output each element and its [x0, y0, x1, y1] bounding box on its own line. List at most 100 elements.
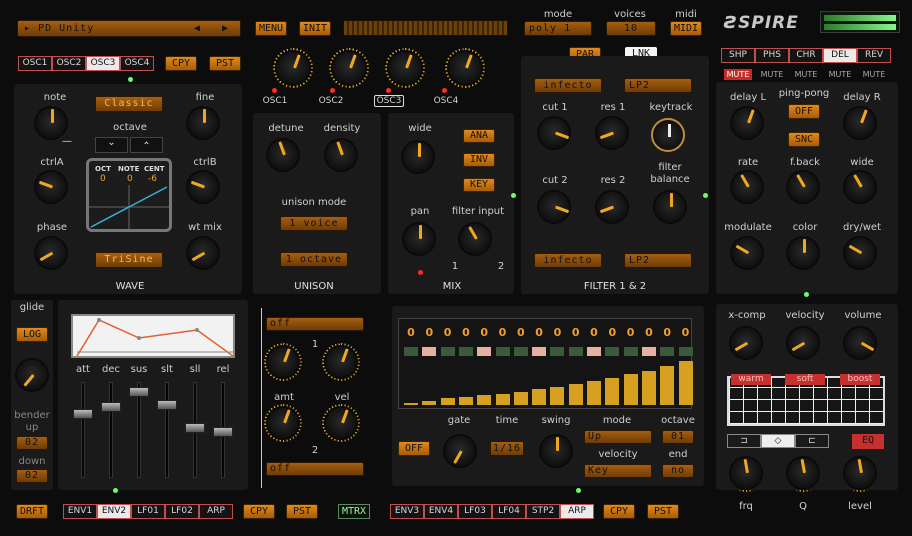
env-fader-sus[interactable]	[129, 386, 149, 397]
arp-paste-button[interactable]: PST	[647, 504, 679, 519]
arp-velocity-select[interactable]: Key	[584, 464, 652, 478]
filter2-mode[interactable]: LP2	[624, 253, 692, 268]
ana-button[interactable]: ANA	[463, 129, 495, 143]
soft-button[interactable]: soft	[785, 374, 825, 385]
arp-step-value[interactable]: 0	[660, 326, 674, 339]
mode-select[interactable]: poly 1	[524, 21, 592, 36]
arp-velocity-bar[interactable]	[477, 395, 492, 405]
arp-octave-select[interactable]: 01	[662, 430, 694, 444]
tab-env3[interactable]: ENV3	[390, 504, 424, 519]
tab-rev[interactable]: REV	[857, 48, 891, 63]
key-button[interactable]: KEY	[463, 178, 495, 192]
bender-up-value[interactable]: 02	[16, 436, 48, 450]
osc1-select[interactable]: OSC1	[260, 96, 290, 106]
osc2-level-knob[interactable]	[333, 52, 365, 84]
snc-button[interactable]: SNC	[788, 132, 820, 147]
osc-type-classic[interactable]: Classic	[95, 96, 163, 112]
octave-up-button[interactable]: ⌃	[130, 137, 163, 153]
eq-shape-high[interactable]: ⊏	[795, 434, 829, 448]
arp-velocity-bar[interactable]	[550, 387, 565, 405]
time-select[interactable]: 1/16	[490, 441, 524, 456]
osc3-level-knob[interactable]	[389, 52, 421, 84]
arp-step-value[interactable]: 0	[587, 326, 601, 339]
log-button[interactable]: LOG	[16, 327, 48, 342]
arp-velocity-bar[interactable]	[422, 401, 437, 405]
volume-knob[interactable]	[845, 328, 875, 358]
osc-paste-button[interactable]: PST	[209, 56, 241, 71]
delayL-knob[interactable]	[732, 108, 762, 138]
midi-button[interactable]: MIDI	[670, 21, 702, 36]
arp-copy-button[interactable]: CPY	[603, 504, 635, 519]
arp-velocity-bar[interactable]	[641, 371, 656, 405]
arp-off-button[interactable]: OFF	[398, 441, 430, 456]
arp-step-value[interactable]: 0	[532, 326, 546, 339]
arp-step-value[interactable]: 0	[605, 326, 619, 339]
env-fader-dec[interactable]	[101, 401, 121, 412]
tab-chr[interactable]: CHR	[789, 48, 823, 63]
velmod-knob-b[interactable]	[326, 347, 356, 377]
pan-knob[interactable]	[404, 224, 434, 254]
swing-knob[interactable]	[541, 436, 571, 466]
osc2-select[interactable]: OSC2	[316, 96, 346, 106]
density-knob[interactable]	[326, 140, 356, 170]
color-knob[interactable]	[788, 238, 818, 268]
voices-field[interactable]: 10	[606, 21, 656, 36]
arp-step-value[interactable]: 0	[550, 326, 564, 339]
arp-step-value[interactable]: 0	[679, 326, 693, 339]
glide-knob[interactable]	[17, 360, 47, 390]
rate-knob[interactable]	[732, 172, 762, 202]
warm-button[interactable]: warm	[731, 374, 771, 385]
osc1-level-knob[interactable]	[277, 52, 309, 84]
osc4-level-knob[interactable]	[449, 52, 481, 84]
fx-mute-5[interactable]: MUTE	[860, 70, 888, 79]
osc4-select[interactable]: OSC4	[431, 96, 461, 106]
arp-end-select[interactable]: no	[662, 464, 694, 478]
arp-velocity-bar[interactable]	[440, 398, 455, 405]
env-fader-rel[interactable]	[213, 427, 233, 437]
arp-step-value[interactable]: 0	[624, 326, 638, 339]
velmod-top-select[interactable]: off	[266, 317, 364, 331]
fx-mute-1[interactable]: MUTE	[724, 69, 752, 80]
cut1-knob[interactable]	[539, 118, 569, 148]
arp-velocity-bar[interactable]	[678, 361, 693, 405]
q-knob[interactable]	[788, 458, 818, 488]
arp-velocity-bar[interactable]	[587, 381, 601, 405]
velmod-knob-a[interactable]	[268, 347, 298, 377]
arp-step-value[interactable]: 0	[642, 326, 656, 339]
tab-env4[interactable]: ENV4	[424, 504, 458, 519]
arp-velocity-bar[interactable]	[623, 374, 638, 405]
wave-type-trisine[interactable]: TriSine	[95, 252, 163, 268]
preset-next-icon[interactable]: ▶	[222, 21, 229, 36]
eq-velocity-knob[interactable]	[788, 328, 818, 358]
tab-stp2[interactable]: STP2	[526, 504, 560, 519]
fback-knob[interactable]	[788, 172, 818, 202]
wtmix-knob[interactable]	[188, 238, 218, 268]
cut2-knob[interactable]	[539, 192, 569, 222]
tab-lfo2[interactable]: LF02	[165, 504, 199, 519]
filter1-type[interactable]: infecto	[534, 78, 602, 93]
inv-button[interactable]: INV	[463, 153, 495, 167]
tab-lfo4[interactable]: LF04	[492, 504, 526, 519]
ctrlA-knob[interactable]	[36, 172, 66, 202]
tab-osc4[interactable]: OSC4	[120, 56, 154, 71]
filter1-mode[interactable]: LP2	[624, 78, 692, 93]
frq-knob[interactable]	[731, 458, 761, 488]
arp-step-value[interactable]: 0	[477, 326, 491, 339]
level-knob[interactable]	[845, 458, 875, 488]
res1-knob[interactable]	[597, 118, 627, 148]
arp-velocity-bar[interactable]	[532, 389, 547, 405]
pingpong-off-button[interactable]: OFF	[788, 104, 820, 119]
arp-mode-select[interactable]: Up	[584, 430, 652, 444]
tab-osc2[interactable]: OSC2	[52, 56, 86, 71]
filter-balance-knob[interactable]	[655, 192, 685, 222]
arp-velocity-bar[interactable]	[404, 403, 418, 405]
drft-button[interactable]: DRFT	[16, 504, 48, 519]
arp-step-value[interactable]: 0	[441, 326, 455, 339]
fx-mute-3[interactable]: MUTE	[792, 70, 820, 79]
arp-step-value[interactable]: 0	[514, 326, 528, 339]
arp-velocity-bar[interactable]	[605, 378, 620, 405]
arp-step-value[interactable]: 0	[459, 326, 473, 339]
unison-octave-select[interactable]: 1 octave	[280, 252, 348, 267]
gate-knob[interactable]	[445, 436, 475, 466]
velmod-knob-d[interactable]	[326, 408, 356, 438]
